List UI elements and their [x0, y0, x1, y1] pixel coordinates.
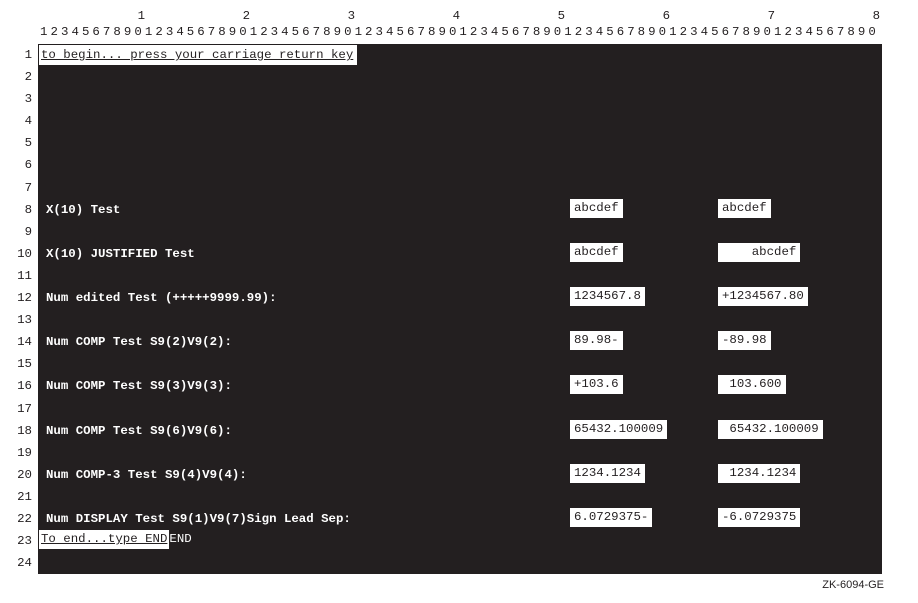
- num-comp-s96v96-output: 65432.100009: [718, 420, 823, 439]
- line-number: 1: [12, 44, 32, 66]
- screen-row-8: X(10) Test abcdef abcdef: [38, 199, 882, 221]
- begin-prompt: to begin... press your carriage return k…: [39, 45, 357, 65]
- ruler-ten-1: 1: [40, 10, 145, 26]
- num-comp-s96v96-input: 65432.100009: [570, 420, 667, 439]
- num-comp-s93v93-input: +103.6: [570, 375, 623, 394]
- line-number: 11: [12, 265, 32, 287]
- x10-justified-output: abcdef: [718, 243, 800, 262]
- line-number: 12: [12, 287, 32, 309]
- screen-row-16: Num COMP Test S9(3)V9(3): +103.6 103.600: [38, 375, 882, 397]
- num-comp3-s94v94-input: 1234.1234: [570, 464, 645, 483]
- screen-row-7: [38, 177, 882, 199]
- line-number: 18: [12, 420, 32, 442]
- ruler-ten-7: 7: [670, 10, 775, 26]
- line-number: 22: [12, 508, 32, 530]
- screen-row-21: [38, 486, 882, 508]
- screen-row-6: [38, 154, 882, 176]
- figure-label: ZK-6094-GE: [12, 580, 884, 591]
- num-display-s91v97-input: 6.0729375-: [570, 508, 652, 527]
- line-number: 23: [12, 530, 32, 552]
- line-number: 10: [12, 243, 32, 265]
- line-number: 6: [12, 154, 32, 176]
- ruler-ten-5: 5: [460, 10, 565, 26]
- x10-test-input: abcdef: [570, 199, 623, 218]
- terminal-screen: to begin... press your carriage return k…: [38, 44, 882, 574]
- screen-row-15: [38, 353, 882, 375]
- num-display-s91v97-output: -6.0729375: [718, 508, 800, 527]
- screen-row-20: Num COMP-3 Test S9(4)V9(4): 1234.1234 12…: [38, 464, 882, 486]
- x10-test-label: X(10) Test: [46, 199, 120, 221]
- num-comp3-s94v94-label: Num COMP-3 Test S9(4)V9(4):: [46, 464, 247, 486]
- screen-row-14: Num COMP Test S9(2)V9(2): 89.98- -89.98: [38, 331, 882, 353]
- num-comp-s92v92-input: 89.98-: [570, 331, 623, 350]
- line-number: 15: [12, 353, 32, 375]
- line-number: 9: [12, 221, 32, 243]
- end-prompt: To end...type END: [39, 530, 169, 549]
- line-number: 3: [12, 88, 32, 110]
- ruler-ten-4: 4: [355, 10, 460, 26]
- screen-row-11: [38, 265, 882, 287]
- line-number: 14: [12, 331, 32, 353]
- screen-row-22: Num DISPLAY Test S9(1)V9(7)Sign Lead Sep…: [38, 508, 882, 530]
- column-ruler-ones: 1234567890123456789012345678901234567890…: [40, 26, 906, 44]
- screen-row-24: [38, 552, 882, 574]
- line-number: 8: [12, 199, 32, 221]
- x10-justified-label: X(10) JUSTIFIED Test: [46, 243, 195, 265]
- num-comp-s96v96-label: Num COMP Test S9(6)V9(6):: [46, 420, 232, 442]
- screen-row-17: [38, 398, 882, 420]
- line-number-gutter: 1 2 3 4 5 6 7 8 9 10 11 12 13 14 15 16 1…: [12, 44, 38, 574]
- screen-row-18: Num COMP Test S9(6)V9(6): 65432.100009 6…: [38, 420, 882, 442]
- column-ruler-tens: 1 2 3 4 5 6 7 8: [40, 10, 906, 26]
- line-number: 2: [12, 66, 32, 88]
- line-number: 21: [12, 486, 32, 508]
- x10-test-output: abcdef: [718, 199, 771, 218]
- num-edited-label: Num edited Test (+++++9999.99):: [46, 287, 277, 309]
- screen-row-3: [38, 88, 882, 110]
- screen-row-9: [38, 221, 882, 243]
- ruler-ten-3: 3: [250, 10, 355, 26]
- screen-row-12: Num edited Test (+++++9999.99): 1234567.…: [38, 287, 882, 309]
- screen-row-5: [38, 132, 882, 154]
- num-comp-s92v92-output: -89.98: [718, 331, 771, 350]
- num-edited-input: 1234567.8: [570, 287, 645, 306]
- line-number: 7: [12, 177, 32, 199]
- screen-row-4: [38, 110, 882, 132]
- num-display-s91v97-label: Num DISPLAY Test S9(1)V9(7)Sign Lead Sep…: [46, 508, 351, 530]
- screen-row-23: To end...type ENDEND: [38, 530, 882, 552]
- ruler-ten-8: 8: [775, 10, 880, 26]
- ruler-ten-2: 2: [145, 10, 250, 26]
- num-comp-s93v93-output: 103.600: [718, 375, 786, 394]
- line-number: 4: [12, 110, 32, 132]
- screen-row-13: [38, 309, 882, 331]
- ruler-ten-6: 6: [565, 10, 670, 26]
- line-number: 5: [12, 132, 32, 154]
- num-comp-s93v93-label: Num COMP Test S9(3)V9(3):: [46, 375, 232, 397]
- screen-row-1: to begin... press your carriage return k…: [38, 44, 882, 66]
- num-edited-output: +1234567.80: [718, 287, 808, 306]
- line-number: 24: [12, 552, 32, 574]
- screen-row-19: [38, 442, 882, 464]
- screen-row-2: [38, 66, 882, 88]
- screen-row-10: X(10) JUSTIFIED Test abcdef abcdef: [38, 243, 882, 265]
- line-number: 16: [12, 375, 32, 397]
- line-number: 13: [12, 309, 32, 331]
- num-comp-s92v92-label: Num COMP Test S9(2)V9(2):: [46, 331, 232, 353]
- num-comp3-s94v94-output: 1234.1234: [718, 464, 800, 483]
- line-number: 20: [12, 464, 32, 486]
- end-typed-text: END: [169, 530, 191, 549]
- line-number: 17: [12, 398, 32, 420]
- line-number: 19: [12, 442, 32, 464]
- x10-justified-input: abcdef: [570, 243, 623, 262]
